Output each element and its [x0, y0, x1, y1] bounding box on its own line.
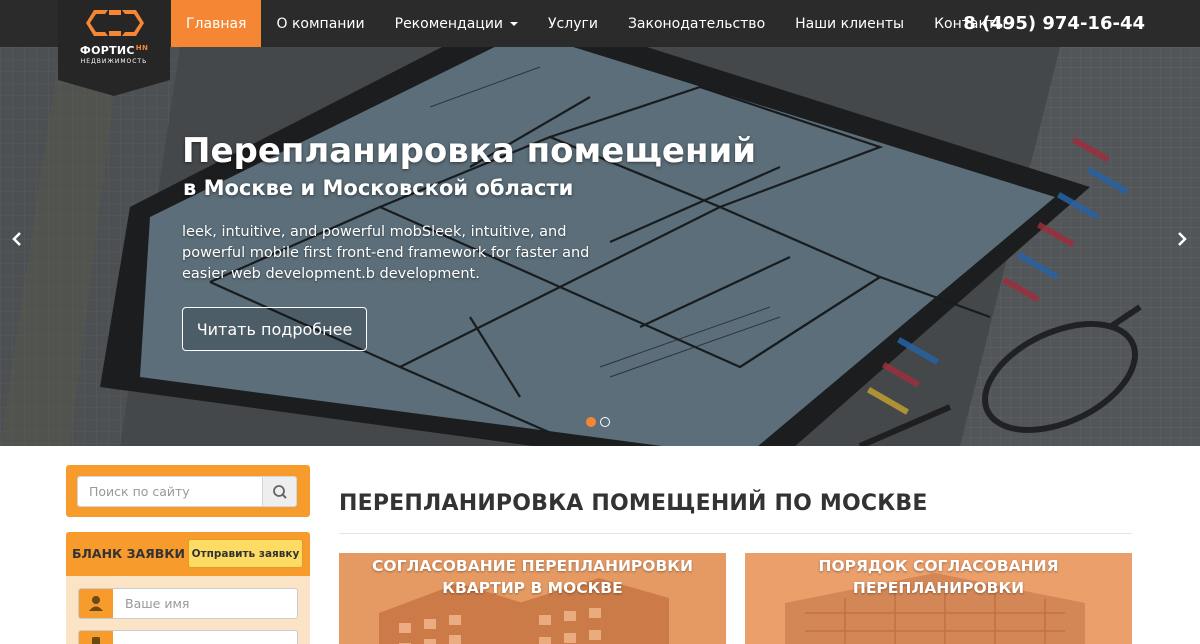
carousel-dot-1[interactable] [586, 417, 596, 427]
search-button[interactable] [262, 476, 297, 507]
navbar: Главная О компании Рекомендации Услуги З… [0, 0, 1200, 47]
chevron-left-icon[interactable] [10, 232, 24, 246]
nav-item-label: Главная [186, 15, 247, 32]
nav-item-clients[interactable]: Наши клиенты [780, 0, 919, 47]
nav-item-label: Услуги [548, 15, 598, 32]
card-title: ПОРЯДОК СОГЛАСОВАНИЯ ПЕРЕПЛАНИРОВКИ [818, 557, 1059, 597]
nav-item-legislation[interactable]: Законодательство [613, 0, 780, 47]
page: Главная О компании Рекомендации Услуги З… [0, 0, 1200, 644]
user-icon [89, 596, 103, 611]
divider [339, 533, 1132, 534]
logo-subtitle: НЕДВИЖИМОСТЬ [80, 58, 148, 65]
main-nav: Главная О компании Рекомендации Услуги З… [171, 0, 1021, 47]
logo-tail [58, 80, 170, 96]
logo-name: ФОРТИСHN [79, 44, 149, 57]
order-form: БЛАНК ЗАЯВКИ Отправить заявку Ваше имя [66, 532, 310, 644]
nav-item-label: Рекомендации [394, 15, 504, 32]
article-card-procedure[interactable]: ПОРЯДОК СОГЛАСОВАНИЯ ПЕРЕПЛАНИРОВКИ [745, 553, 1132, 644]
name-field-placeholder: Ваше имя [125, 596, 190, 611]
phone-icon [92, 637, 100, 644]
send-request-button[interactable]: Отправить заявку [188, 539, 303, 568]
nav-item-label: О компании [276, 15, 365, 32]
nav-item-label: Законодательство [627, 15, 766, 32]
caret-down-icon [510, 21, 519, 26]
article-card-approval[interactable]: СОГЛАСОВАНИЕ ПЕРЕПЛАНИРОВКИ КВАРТИР В МО… [339, 553, 726, 644]
card-title: СОГЛАСОВАНИЕ ПЕРЕПЛАНИРОВКИ КВАРТИР В МО… [372, 557, 693, 597]
search-icon [273, 485, 287, 499]
main-heading: ПЕРЕПЛАНИРОВКА ПОМЕЩЕНИЙ ПО МОСКВЕ [339, 491, 928, 516]
chevron-right-icon[interactable] [1175, 232, 1189, 246]
nav-item-home[interactable]: Главная [171, 0, 262, 47]
carousel-indicators [586, 417, 614, 427]
form-body: Ваше имя [66, 576, 310, 644]
form-title: БЛАНК ЗАЯВКИ [72, 546, 186, 561]
search-input[interactable]: Поиск по сайту [77, 476, 263, 507]
nav-item-recommendations[interactable]: Рекомендации [380, 0, 533, 47]
phone-number[interactable]: 8 (495) 974-16-44 [963, 0, 1145, 47]
carousel-dot-2[interactable] [600, 417, 610, 427]
logo-mark-icon [86, 10, 144, 36]
nav-item-label: Наши клиенты [795, 15, 905, 32]
sidebar-search: Поиск по сайту [66, 465, 310, 517]
field-addon [79, 589, 113, 618]
name-field[interactable]: Ваше имя [78, 588, 298, 619]
hero-carousel: Перепланировка помещений в Москве и Моск… [0, 47, 1200, 446]
hero-subtitle: в Москве и Московской области [183, 176, 574, 200]
read-more-button[interactable]: Читать подробнее [182, 307, 367, 351]
hero-title: Перепланировка помещений [182, 131, 757, 171]
field-addon [79, 631, 113, 644]
nav-item-services[interactable]: Услуги [533, 0, 613, 47]
nav-item-about[interactable]: О компании [261, 0, 379, 47]
logo[interactable]: ФОРТИСHN НЕДВИЖИМОСТЬ [58, 0, 170, 80]
hero-text: leek, intuitive, and powerful mobSleek, … [182, 224, 590, 282]
phone-field[interactable] [78, 630, 298, 644]
